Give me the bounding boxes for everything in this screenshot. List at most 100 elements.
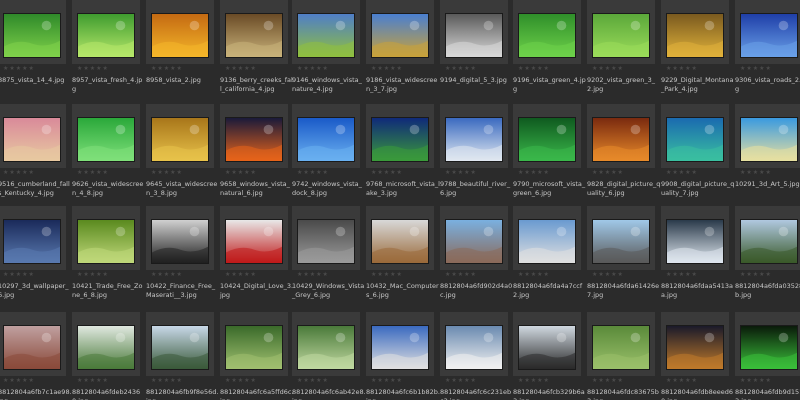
star-rating[interactable]: ★★★★★ — [371, 170, 403, 176]
willow-photo-icon[interactable] — [592, 325, 650, 370]
thumbnail-tile[interactable]: ★★★★★ 8812804a6fb7c1ae98.jpg — [0, 312, 72, 400]
meadow-photo-icon[interactable] — [297, 13, 355, 58]
thumbnail-tile[interactable]: ★★★★★ 8812804a6fda4a7ccf2.jpg — [513, 206, 582, 312]
star-rating[interactable]: ★★★★★ — [445, 66, 477, 72]
castle-photo-icon[interactable] — [445, 325, 503, 370]
grass-photo-icon[interactable] — [3, 13, 61, 58]
thumbnail-tile[interactable]: ★★★★★ 9788_beautiful_river_6.jpg — [440, 104, 510, 210]
grass-photo-icon[interactable] — [77, 13, 135, 58]
star-rating[interactable]: ★★★★★ — [225, 378, 257, 384]
thumbnail-tile[interactable]: ★★★★★ 8812804a6fcb329b6a3.jpg — [513, 312, 585, 400]
star-rating[interactable]: ★★★★★ — [666, 378, 698, 384]
thumbnail-tile[interactable]: ★★★★★ 9136_berry_creeks_fall_california_4… — [220, 0, 293, 106]
thumbnail-tile[interactable]: ★★★★★ 10429_Windows_Vista_Grey_6.jpg — [292, 206, 364, 312]
green-abstract-icon[interactable] — [77, 117, 135, 162]
thumbnail-tile[interactable]: ★★★★★ 9229_Digital_Montana_Park_4.jpg — [661, 0, 733, 106]
thumbnail-tile[interactable]: ★★★★★ 9516_cumberland_falls_Kentucky_4.jp… — [0, 104, 70, 210]
river-photo-icon[interactable] — [445, 117, 503, 162]
thumbnail-tile[interactable]: ★★★★★ 9658_windows_vista_natural_6.jpg — [220, 104, 290, 210]
night-castle-icon[interactable] — [666, 325, 724, 370]
thumbnail-tile[interactable]: ★★★★★ 9768_microsoft_vista_lake_3.jpg — [366, 104, 440, 210]
star-rating[interactable]: ★★★★★ — [3, 66, 35, 72]
star-rating[interactable]: ★★★★★ — [445, 272, 477, 278]
star-rating[interactable]: ★★★★★ — [151, 378, 183, 384]
star-rating[interactable]: ★★★★★ — [518, 170, 550, 176]
garden-photo-icon[interactable] — [225, 325, 283, 370]
thumbnail-tile[interactable]: ★★★★★ 9626_vista_widescreen_4_8.jpg — [72, 104, 143, 210]
star-rating[interactable]: ★★★★★ — [371, 378, 403, 384]
night-castle-icon[interactable] — [740, 325, 798, 370]
star-rating[interactable]: ★★★★★ — [225, 170, 257, 176]
star-rating[interactable]: ★★★★★ — [77, 378, 109, 384]
star-rating[interactable]: ★★★★★ — [77, 272, 109, 278]
castle-photo-icon[interactable] — [77, 325, 135, 370]
castle-photo-icon[interactable] — [445, 219, 503, 264]
star-rating[interactable]: ★★★★★ — [77, 170, 109, 176]
avenue-photo-icon[interactable] — [77, 219, 135, 264]
star-rating[interactable]: ★★★★★ — [3, 170, 35, 176]
thumbnail-tile[interactable]: ★★★★★ 8875_vista_14_4.jpg — [0, 0, 66, 106]
star-rating[interactable]: ★★★★★ — [518, 378, 550, 384]
thumbnail-tile[interactable]: ★★★★★ 8812804a6fdb8eeed60.jpg — [661, 312, 733, 400]
thumbnail-tile[interactable]: ★★★★★ 9186_vista_widescreen_3_7.jpg — [366, 0, 437, 106]
forest-photo-icon[interactable] — [666, 13, 724, 58]
star-rating[interactable]: ★★★★★ — [740, 170, 772, 176]
thumbnail-tile[interactable]: ★★★★★ 9645_vista_widescreen_3_8.jpg — [146, 104, 217, 210]
star-rating[interactable]: ★★★★★ — [666, 272, 698, 278]
star-rating[interactable]: ★★★★★ — [518, 272, 550, 278]
star-rating[interactable]: ★★★★★ — [151, 272, 183, 278]
thumbnail-tile[interactable]: ★★★★★ 8812804a6fc6ab42e8.jpg — [292, 312, 366, 400]
heart-trap-icon[interactable] — [225, 219, 283, 264]
star-rating[interactable]: ★★★★★ — [151, 170, 183, 176]
thumbnail-tile[interactable]: ★★★★★ 8812804a6fdc83675b3.jpg — [587, 312, 659, 400]
dock-photo-icon[interactable] — [297, 117, 355, 162]
thumbnail-tile[interactable]: ★★★★★ 8812804a6fdb9d15183.jpg — [735, 312, 800, 400]
thumbnail-tile[interactable]: ★★★★★ 10421_Trade_Free_Zone_6_8.jpg — [72, 206, 142, 312]
cat-photo-icon[interactable] — [371, 219, 429, 264]
castle-photo-icon[interactable] — [3, 219, 61, 264]
thumbnail-tile[interactable]: ★★★★★ 8812804a6fd902d4a0c.jpg — [440, 206, 512, 312]
star-rating[interactable]: ★★★★★ — [297, 66, 329, 72]
lake-photo-icon[interactable] — [371, 117, 429, 162]
thumbnail-tile[interactable]: ★★★★★ 8812804a6fdaa5413aa.jpg — [661, 206, 733, 312]
dandelion-photo-icon[interactable] — [445, 13, 503, 58]
flowers-photo-icon[interactable] — [151, 13, 209, 58]
star-rating[interactable]: ★★★★★ — [740, 378, 772, 384]
tree-photo-icon[interactable] — [371, 13, 429, 58]
star-rating[interactable]: ★★★★★ — [740, 66, 772, 72]
thumbnail-tile[interactable]: ★★★★★ 10297_3d_wallpaper_6.jpg — [0, 206, 69, 312]
vista-logo-icon[interactable] — [297, 219, 355, 264]
thumbnail-tile[interactable]: ★★★★★ 9306_vista_roads_2.jpg — [735, 0, 800, 106]
star-rating[interactable]: ★★★★★ — [371, 272, 403, 278]
star-rating[interactable]: ★★★★★ — [371, 66, 403, 72]
thumbnail-tile[interactable]: ★★★★★ 8812804a6fda03528b.jpg — [735, 206, 800, 312]
castle-photo-icon[interactable] — [151, 325, 209, 370]
star-rating[interactable]: ★★★★★ — [225, 272, 257, 278]
star-rating[interactable]: ★★★★★ — [445, 378, 477, 384]
bridge-photo-icon[interactable] — [518, 325, 576, 370]
star-rating[interactable]: ★★★★★ — [151, 66, 183, 72]
castle-photo-icon[interactable] — [666, 219, 724, 264]
thumbnail-tile[interactable]: ★★★★★ 9194_digital_5_3.jpg — [440, 0, 508, 106]
star-rating[interactable]: ★★★★★ — [592, 378, 624, 384]
car-photo-icon[interactable] — [151, 219, 209, 264]
castle-photo-icon[interactable] — [740, 219, 798, 264]
grass-photo-icon[interactable] — [592, 13, 650, 58]
boardwalk-photo-icon[interactable] — [666, 117, 724, 162]
star-rating[interactable]: ★★★★★ — [740, 272, 772, 278]
castle-photo-icon[interactable] — [592, 219, 650, 264]
thumbnail-tile[interactable]: ★★★★★ 8812804a6fc6a5ffd6c.jpg — [220, 312, 294, 400]
star-rating[interactable]: ★★★★★ — [666, 170, 698, 176]
thumbnail-tile[interactable]: ★★★★★ 8812804a6fb9f8e56d.jpg — [146, 312, 219, 400]
star-rating[interactable]: ★★★★★ — [297, 170, 329, 176]
star-rating[interactable]: ★★★★★ — [297, 378, 329, 384]
beach-photo-icon[interactable] — [740, 117, 798, 162]
thumbnail-tile[interactable]: ★★★★★ 10432_Mac_Computers_6.jpg — [366, 206, 439, 312]
thumbnail-tile[interactable]: ★★★★★ 8812804a6fdeb24360.jpg — [72, 312, 140, 400]
thumbnail-tile[interactable]: ★★★★★ 10424_Digital_Love_3.jpg — [220, 206, 293, 312]
star-rating[interactable]: ★★★★★ — [518, 66, 550, 72]
thumbnail-tile[interactable]: ★★★★★ 9196_vista_green_4.jpg — [513, 0, 586, 106]
star-rating[interactable]: ★★★★★ — [297, 272, 329, 278]
leaves-photo-icon[interactable] — [151, 117, 209, 162]
road-photo-icon[interactable] — [740, 13, 798, 58]
